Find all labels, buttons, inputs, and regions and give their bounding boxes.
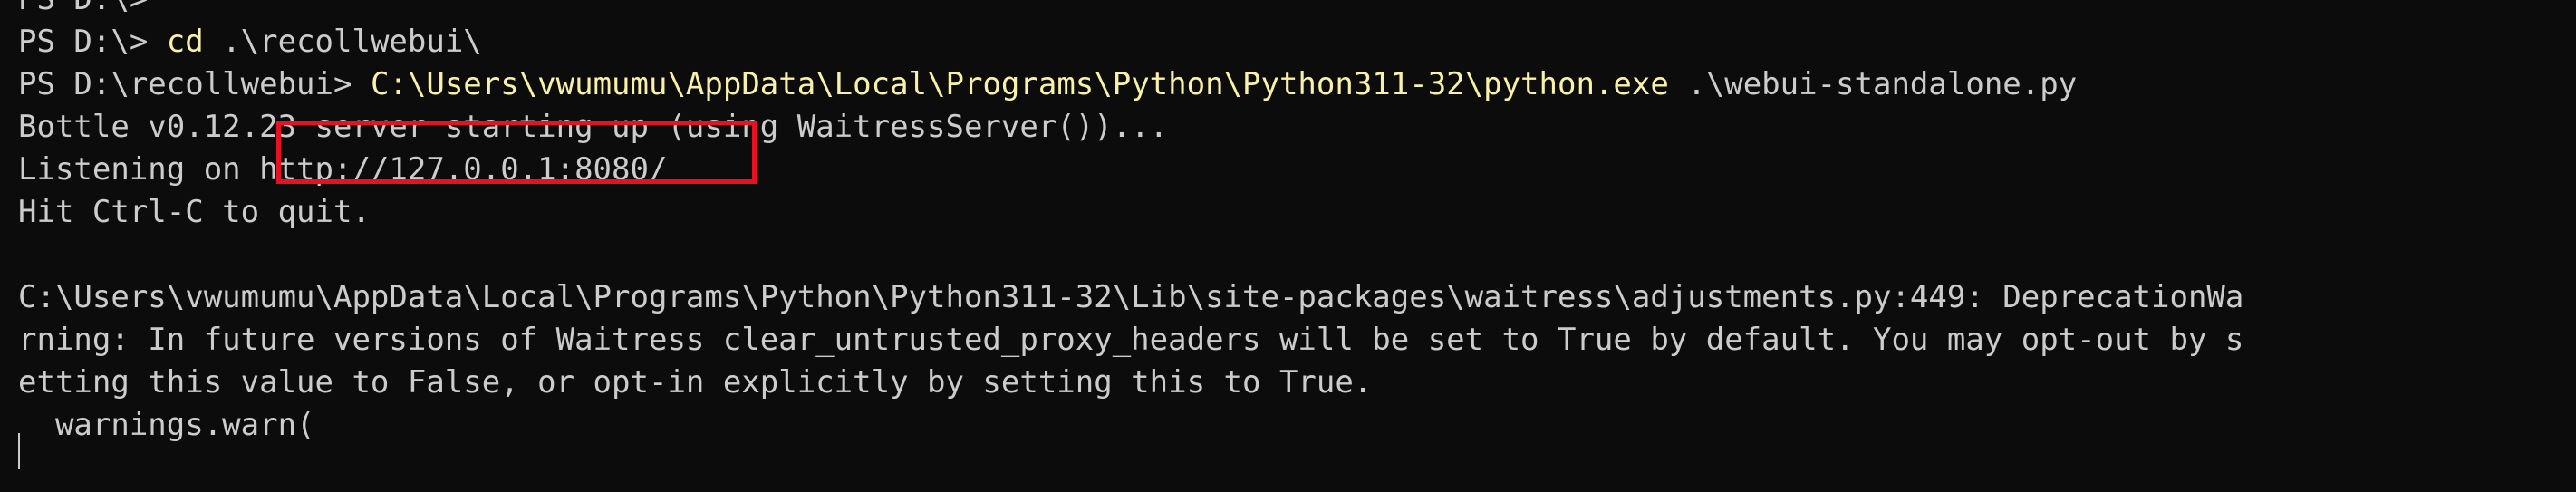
output-text: Hit Ctrl-C to quit. xyxy=(18,194,371,230)
terminal-line-warnings-warn: warnings.warn( xyxy=(18,404,2243,447)
terminal-window[interactable]: PS D:\> PS D:\> cd .\recollwebui\ PS D:\… xyxy=(0,0,2576,492)
command-args: .\webui-standalone.py xyxy=(1668,66,2078,102)
terminal-line-warning-msg-cont: etting this value to False, or opt-in ex… xyxy=(18,362,2243,404)
terminal-line-warning-path: C:\Users\vwumumu\AppData\Local\Programs\… xyxy=(18,276,2243,319)
terminal-line-hit-ctrl-c: Hit Ctrl-C to quit. xyxy=(18,191,2243,234)
url-highlight-box xyxy=(276,121,757,184)
prompt: PS D:\recollwebui> xyxy=(18,66,371,102)
output-text: rning: In future versions of Waitress cl… xyxy=(18,322,2244,358)
terminal-line-python: PS D:\recollwebui> C:\Users\vwumumu\AppD… xyxy=(18,63,2243,106)
prompt: PS D:\> xyxy=(18,0,167,17)
terminal-output: PS D:\> PS D:\> cd .\recollwebui\ PS D:\… xyxy=(18,0,2243,447)
terminal-line-warning-msg: rning: In future versions of Waitress cl… xyxy=(18,319,2243,362)
output-text: warnings.warn( xyxy=(18,407,315,443)
output-text: C:\Users\vwumumu\AppData\Local\Programs\… xyxy=(18,279,2244,315)
terminal-line-partial: PS D:\> xyxy=(18,0,2243,21)
text-cursor xyxy=(18,433,20,469)
command-args: .\recollwebui\ xyxy=(203,24,482,60)
output-text: etting this value to False, or opt-in ex… xyxy=(18,364,1373,400)
command: cd xyxy=(166,24,204,60)
scrollbar[interactable] xyxy=(2563,0,2576,492)
prompt: PS D:\> xyxy=(18,24,167,60)
terminal-line-cd: PS D:\> cd .\recollwebui\ xyxy=(18,21,2243,63)
command: C:\Users\vwumumu\AppData\Local\Programs\… xyxy=(370,66,1669,102)
